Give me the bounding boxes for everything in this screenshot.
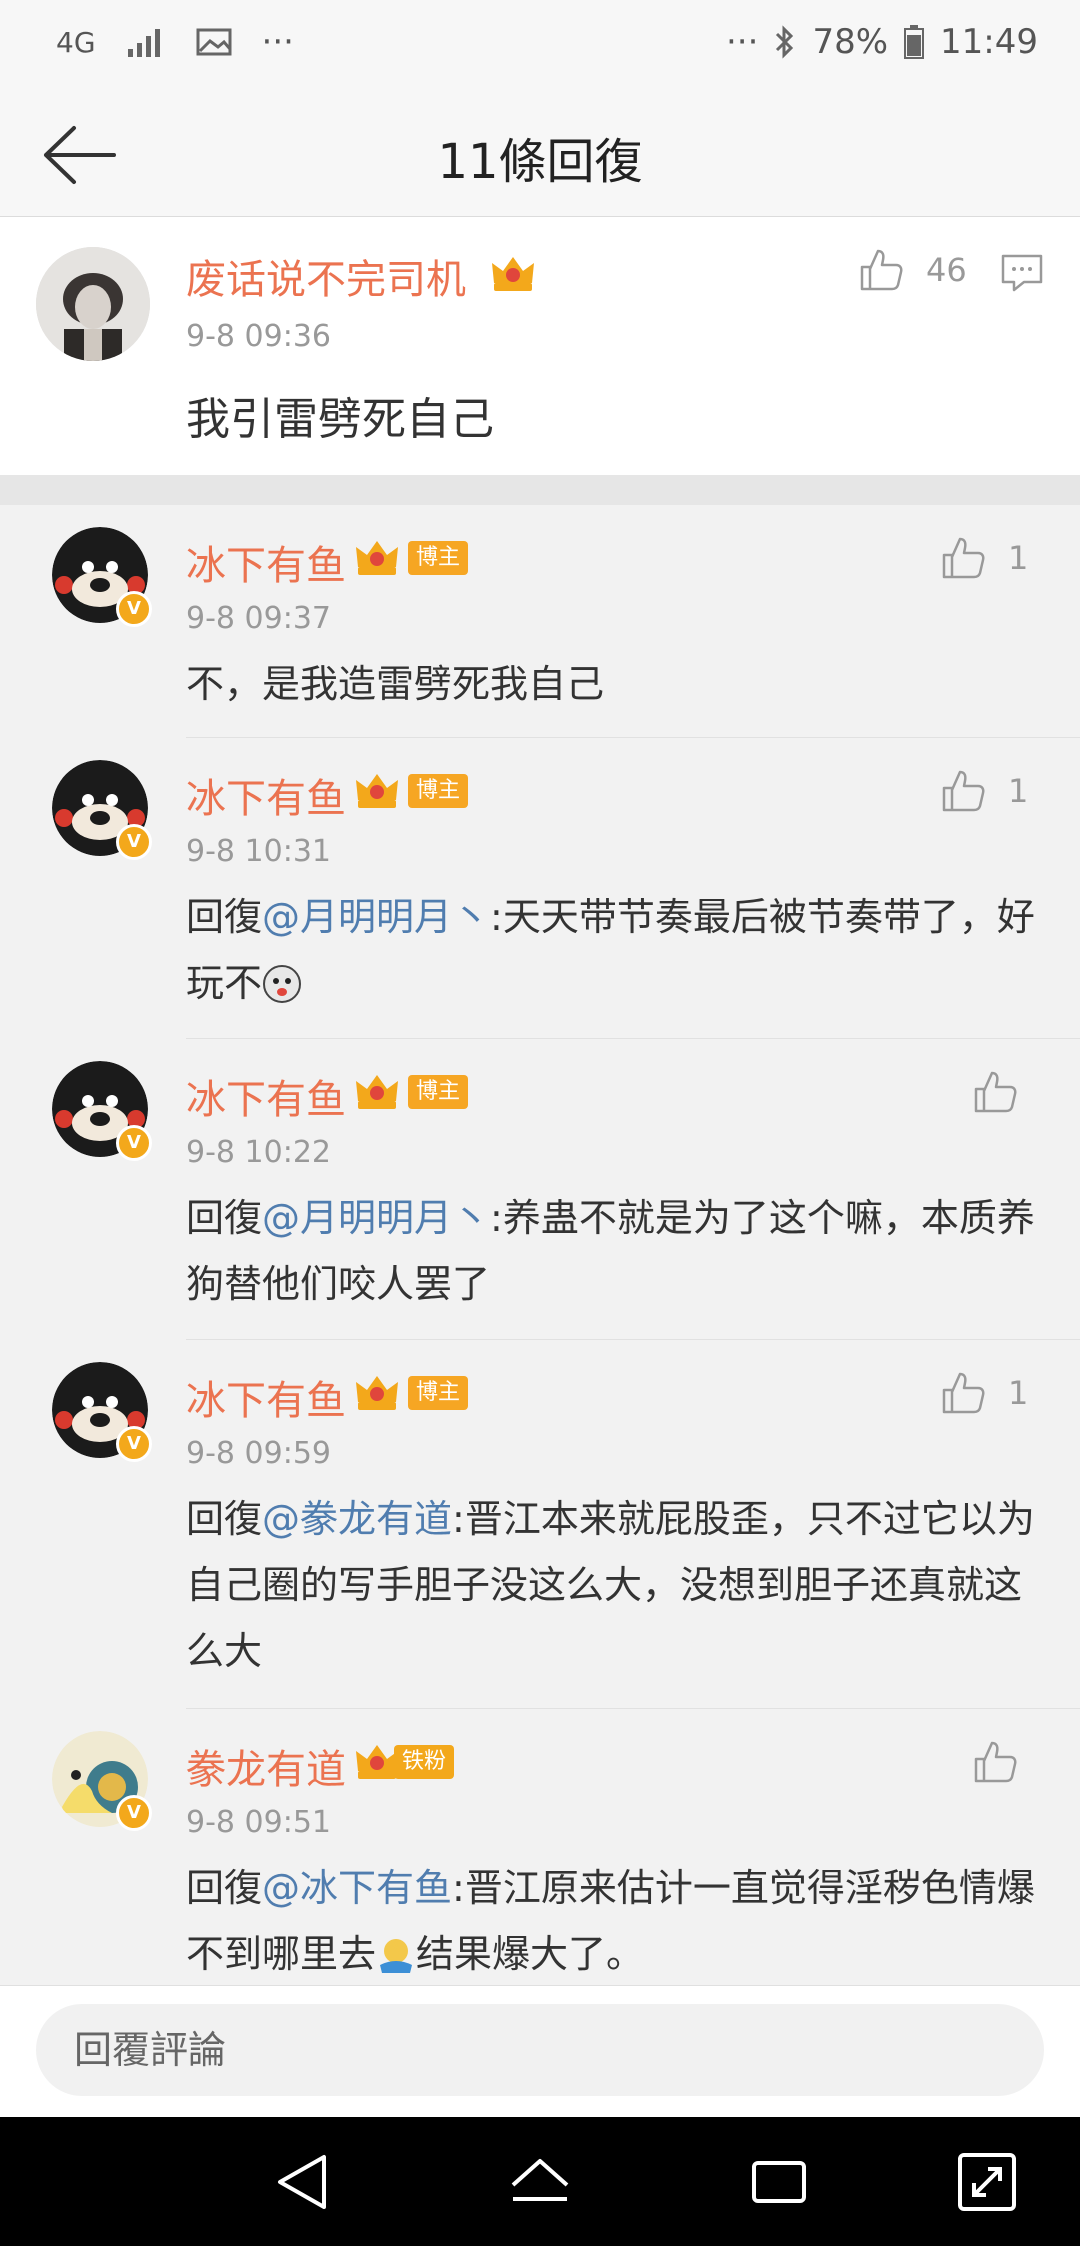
vip-crown-icon [356, 1075, 398, 1109]
more-notifications-icon: ··· [261, 22, 294, 62]
mention-link[interactable]: @冰下有鱼 [262, 1866, 452, 1910]
reply-prefix: 回復 [186, 1196, 263, 1240]
reply-item: V 冰下有鱼 博主 9-8 10:31 1 回復@月明明月丶:天天带节奏最后被节… [0, 738, 1080, 1039]
reply-text: 不，是我造雷劈死我自己 [186, 651, 1036, 717]
reply-time: 9-8 09:51 [186, 1805, 331, 1840]
vip-crown-icon [356, 774, 398, 808]
reply-body-continued: 结果爆大了。 [416, 1932, 645, 1976]
author-name[interactable]: 豢龙有道 [186, 1737, 346, 1795]
author-name[interactable]: 冰下有鱼 [186, 533, 346, 591]
reply-text: 回復@冰下有鱼:晋江原来估计一直觉得淫秽色情爆不到哪里去 结果爆大了。 [186, 1855, 1036, 1985]
nav-back-icon[interactable] [268, 2147, 338, 2217]
comment-text: 我引雷劈死自己 [186, 394, 494, 445]
reply-time: 9-8 10:31 [186, 834, 331, 869]
like-button[interactable]: 46 [858, 247, 967, 293]
avatar[interactable] [36, 247, 150, 361]
reply-prefix: 回復 [186, 1866, 263, 1910]
reply-input-bar: 回覆評論 [0, 1985, 1080, 2118]
reply-item: V 豢龙有道 铁粉 9-8 09:51 回復@冰下有鱼:晋江原来估计一直觉得淫秽… [0, 1709, 1080, 1985]
reply-item: V 冰下有鱼 博主 9-8 10:22 回復@月明明月丶:养蛊不就是为了这个嘛，… [0, 1039, 1080, 1340]
reply-prefix: 回復 [186, 895, 263, 939]
like-button[interactable]: 1 [940, 768, 1028, 814]
nav-expand-icon[interactable] [952, 2147, 1022, 2217]
bluetooth-icon [776, 25, 794, 59]
status-bar: 4G ··· ··· 78% 11:49 [0, 0, 1080, 92]
blogger-badge: 博主 [408, 541, 469, 575]
vip-crown-icon [356, 541, 398, 575]
title-bar: 11條回復 [0, 92, 1080, 217]
blogger-badge: 博主 [408, 1376, 469, 1410]
verified-v-icon: V [116, 1795, 152, 1831]
thumbs-up-icon [942, 770, 985, 812]
system-nav-bar [0, 2117, 1080, 2246]
battery-percent: 78% [812, 22, 889, 62]
thumbs-up-icon [942, 537, 985, 579]
more-status-icon: ··· [726, 22, 759, 62]
verified-v-icon: V [116, 1426, 152, 1462]
vip-crown-icon [356, 1376, 398, 1410]
like-button[interactable]: 1 [940, 535, 1028, 581]
fan-badge: 铁粉 [394, 1745, 455, 1779]
reply-item: V 冰下有鱼 博主 9-8 09:37 1 不，是我造雷劈死我自己 [0, 505, 1080, 738]
like-count: 1 [1008, 1374, 1029, 1412]
mention-link[interactable]: @月明明月丶 [262, 1196, 490, 1240]
battery-icon [904, 25, 925, 59]
author-name[interactable]: 废话说不完司机 [186, 247, 466, 305]
comment-icon[interactable] [1000, 253, 1044, 293]
reply-text: 回復@月明明月丶:天天带节奏最后被节奏带了，好玩不 [186, 884, 1036, 1016]
image-icon [196, 28, 232, 56]
mention-link[interactable]: @豢龙有道 [262, 1497, 452, 1541]
like-button[interactable] [972, 1739, 1040, 1785]
network-indicator: 4G [56, 25, 96, 59]
blogger-badge: 博主 [408, 1075, 469, 1109]
emoji-icon [380, 1939, 413, 1973]
mention-link[interactable]: @月明明月丶 [262, 895, 490, 939]
reply-text: 回復@豢龙有道:晋江本来就屁股歪，只不过它以为自己圈的写手胆子没这么大，没想到胆… [186, 1486, 1036, 1684]
reply-input[interactable]: 回覆評論 [36, 2004, 1044, 2096]
reply-body: 不，是我造雷劈死我自己 [186, 662, 605, 706]
thumbs-up-icon [974, 1071, 1017, 1113]
section-divider [0, 475, 1080, 505]
reply-prefix: 回復 [186, 1497, 263, 1541]
vip-crown-icon [492, 257, 534, 291]
author-name[interactable]: 冰下有鱼 [186, 1368, 346, 1426]
reply-list: V 冰下有鱼 博主 9-8 09:37 1 不，是我造雷劈死我自己 V 冰下有鱼… [0, 505, 1080, 1985]
comment-time: 9-8 09:36 [186, 319, 331, 354]
reply-time: 9-8 09:37 [186, 601, 331, 636]
like-button[interactable]: 1 [940, 1370, 1028, 1416]
reply-time: 9-8 10:22 [186, 1135, 331, 1170]
thumbs-up-icon [860, 249, 903, 291]
like-count: 1 [1008, 539, 1029, 577]
verified-v-icon: V [116, 1125, 152, 1161]
clock: 11:49 [940, 22, 1038, 62]
reply-item: V 冰下有鱼 博主 9-8 09:59 1 回復@豢龙有道:晋江本来就屁股歪，只… [0, 1340, 1080, 1709]
nav-recents-icon[interactable] [744, 2147, 814, 2217]
nav-home-icon[interactable] [505, 2147, 575, 2217]
thumbs-up-icon [942, 1372, 985, 1414]
like-button[interactable] [972, 1069, 1040, 1115]
thumbs-up-icon [974, 1741, 1017, 1783]
author-name[interactable]: 冰下有鱼 [186, 1067, 346, 1125]
like-count: 46 [926, 251, 967, 289]
like-count: 1 [1008, 772, 1029, 810]
top-comment: 废话说不完司机 9-8 09:36 46 我引雷劈死自己 [0, 217, 1080, 475]
verified-v-icon: V [116, 591, 152, 627]
blogger-badge: 博主 [408, 774, 469, 808]
verified-v-icon: V [116, 824, 152, 860]
reply-time: 9-8 09:59 [186, 1436, 331, 1471]
author-name[interactable]: 冰下有鱼 [186, 766, 346, 824]
page-title: 11條回復 [437, 134, 643, 190]
emoji-icon [263, 965, 302, 1003]
reply-text: 回復@月明明月丶:养蛊不就是为了这个嘛，本质养狗替他们咬人罢了 [186, 1185, 1036, 1317]
signal-icon [127, 29, 160, 57]
